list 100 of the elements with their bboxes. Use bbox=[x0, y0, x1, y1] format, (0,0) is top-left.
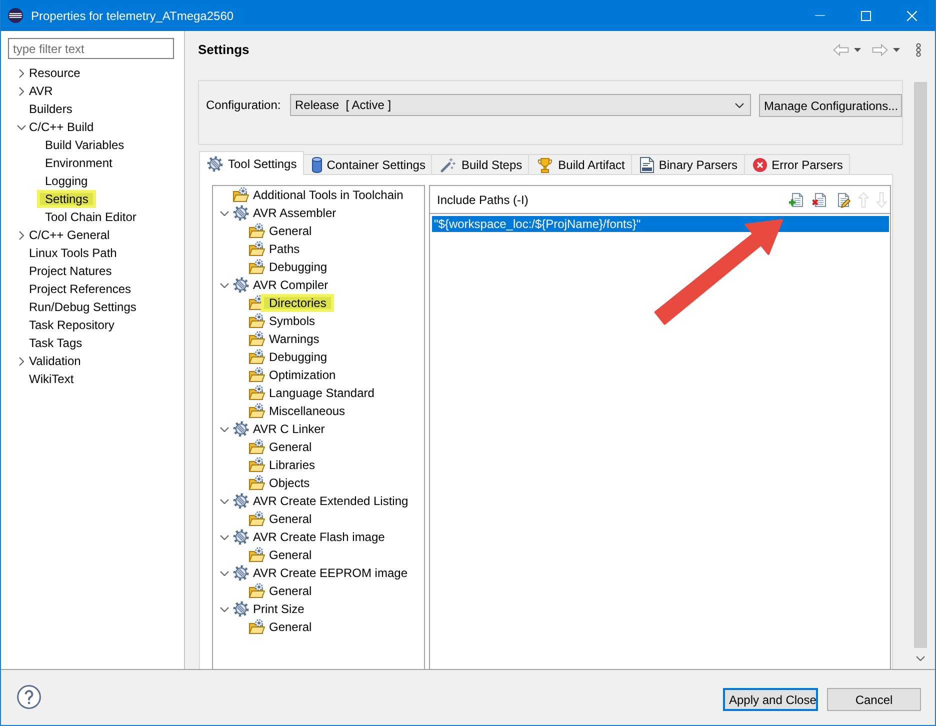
tree-item[interactable]: Additional Tools in Toolchain bbox=[250, 188, 406, 202]
tree-item[interactable]: AVR C Linker bbox=[250, 422, 328, 436]
tree-item[interactable]: Tool Chain Editor bbox=[42, 210, 140, 224]
chevron-right-icon[interactable] bbox=[18, 86, 24, 96]
tree-item[interactable]: Miscellaneous bbox=[266, 404, 348, 418]
tree-item[interactable]: Task Tags bbox=[26, 336, 86, 350]
tree-item[interactable]: General bbox=[266, 440, 315, 454]
list-item[interactable]: "${workspace_loc:/${ProjName}/fonts}" bbox=[432, 216, 889, 232]
tree-item[interactable]: General bbox=[266, 548, 315, 562]
tab[interactable]: Build Artifact bbox=[528, 154, 632, 174]
tree-item[interactable]: Project References bbox=[26, 282, 134, 296]
tree-item[interactable]: General bbox=[266, 224, 315, 238]
add-document-icon[interactable] bbox=[789, 192, 805, 208]
folder-icon bbox=[249, 313, 265, 329]
maximize-icon bbox=[861, 10, 871, 20]
tree-item[interactable]: Linux Tools Path bbox=[26, 246, 120, 260]
tree-item[interactable]: Symbols bbox=[266, 314, 318, 328]
scrollbar-thumb[interactable] bbox=[914, 82, 927, 648]
folder-icon bbox=[249, 547, 265, 563]
chevron-down-icon[interactable] bbox=[220, 570, 228, 576]
tree-item[interactable]: Objects bbox=[266, 476, 313, 490]
tree-item[interactable]: C/C++ Build bbox=[26, 120, 97, 134]
chevron-down-icon[interactable] bbox=[220, 426, 228, 432]
folder-icon bbox=[233, 187, 249, 203]
help-icon[interactable] bbox=[17, 685, 41, 709]
tree-item[interactable]: Language Standard bbox=[266, 386, 378, 400]
tree-item[interactable]: Directories bbox=[261, 294, 334, 312]
tree-item[interactable]: Debugging bbox=[266, 260, 330, 274]
delete-document-icon[interactable] bbox=[812, 192, 828, 208]
tree-item[interactable]: Environment bbox=[42, 156, 116, 170]
folder-icon bbox=[249, 331, 265, 347]
chevron-down-icon[interactable] bbox=[220, 606, 228, 612]
manage-configurations-button[interactable]: Manage Configurations... bbox=[759, 94, 902, 117]
folder-icon bbox=[249, 439, 265, 455]
dropdown-caret-icon[interactable] bbox=[893, 48, 900, 52]
tab[interactable]: Container Settings bbox=[302, 154, 432, 174]
tree-item[interactable]: Print Size bbox=[250, 602, 308, 616]
tree-item[interactable]: Settings bbox=[37, 190, 96, 208]
gear-icon bbox=[233, 601, 249, 617]
dropdown-caret-icon[interactable] bbox=[735, 102, 744, 108]
chevron-right-icon[interactable] bbox=[18, 356, 24, 366]
chevron-down-icon[interactable] bbox=[220, 534, 228, 540]
tree-item[interactable]: AVR Assembler bbox=[250, 206, 340, 220]
gear-icon bbox=[233, 565, 249, 581]
tree-item[interactable]: General bbox=[266, 512, 315, 526]
tree-item[interactable]: Warnings bbox=[266, 332, 322, 346]
tree-item[interactable]: AVR Compiler bbox=[250, 278, 332, 292]
tree-item[interactable]: Optimization bbox=[266, 368, 339, 382]
chevron-down-icon[interactable] bbox=[220, 282, 228, 288]
tree-item[interactable]: Project Natures bbox=[26, 264, 115, 278]
chevron-right-icon[interactable] bbox=[18, 230, 24, 240]
folder-icon bbox=[249, 241, 265, 257]
wand-icon bbox=[440, 156, 456, 172]
folder-icon bbox=[249, 475, 265, 491]
cylinder-icon bbox=[312, 156, 322, 172]
chevron-down-icon[interactable] bbox=[220, 498, 228, 504]
close-icon bbox=[907, 10, 917, 20]
more-options-icon[interactable] bbox=[916, 42, 921, 56]
tree-item[interactable]: Libraries bbox=[266, 458, 318, 472]
configuration-label: Configuration: bbox=[206, 97, 282, 114]
tree-item[interactable]: Build Variables bbox=[42, 138, 128, 152]
edit-document-icon[interactable] bbox=[835, 192, 851, 208]
filter-field[interactable]: type filter text bbox=[8, 38, 174, 59]
tree-item[interactable]: WikiText bbox=[26, 372, 77, 386]
folder-icon bbox=[249, 385, 265, 401]
dropdown-caret-icon[interactable] bbox=[854, 48, 861, 52]
tree-item[interactable]: General bbox=[266, 620, 315, 634]
tab[interactable]: Build Steps bbox=[431, 154, 530, 174]
apply-and-close-button[interactable]: Apply and Close bbox=[723, 688, 818, 711]
tree-item[interactable]: Debugging bbox=[266, 350, 330, 364]
tree-item[interactable]: C/C++ General bbox=[26, 228, 113, 242]
page-title: Settings bbox=[198, 42, 250, 57]
trophy-icon bbox=[537, 156, 554, 172]
tree-item[interactable]: Logging bbox=[42, 174, 91, 188]
app-icon bbox=[8, 8, 23, 23]
folder-icon bbox=[249, 367, 265, 383]
folder-icon bbox=[249, 583, 265, 599]
tree-item[interactable]: Resource bbox=[26, 66, 84, 80]
tree-item[interactable]: General bbox=[266, 584, 315, 598]
chevron-down-icon[interactable] bbox=[220, 210, 228, 216]
tree-item[interactable]: Task Repository bbox=[26, 318, 118, 332]
gear-icon bbox=[233, 529, 249, 545]
tree-item[interactable]: Validation bbox=[26, 354, 84, 368]
folder-icon bbox=[249, 403, 265, 419]
tree-item[interactable]: Builders bbox=[26, 102, 76, 116]
tab[interactable]: Tool Settings bbox=[199, 151, 304, 175]
chevron-right-icon[interactable] bbox=[18, 68, 24, 78]
tree-item[interactable]: Run/Debug Settings bbox=[26, 300, 140, 314]
tree-item[interactable]: AVR Create Extended Listing bbox=[250, 494, 412, 508]
gear-icon bbox=[233, 421, 249, 437]
window-title: Properties for telemetry_ATmega2560 bbox=[31, 8, 234, 22]
configuration-dropdown[interactable]: Release [ Active ] bbox=[290, 94, 751, 116]
tab[interactable]: Error Parsers bbox=[744, 154, 850, 174]
tree-item[interactable]: AVR Create Flash image bbox=[250, 530, 388, 544]
chevron-down-icon[interactable] bbox=[16, 124, 26, 130]
tree-item[interactable]: AVR Create EEPROM image bbox=[250, 566, 410, 580]
cancel-button[interactable]: Cancel bbox=[827, 688, 921, 711]
tree-item[interactable]: AVR bbox=[26, 84, 56, 98]
tree-item[interactable]: Paths bbox=[266, 242, 303, 256]
tab[interactable]: Binary Parsers bbox=[630, 154, 745, 174]
